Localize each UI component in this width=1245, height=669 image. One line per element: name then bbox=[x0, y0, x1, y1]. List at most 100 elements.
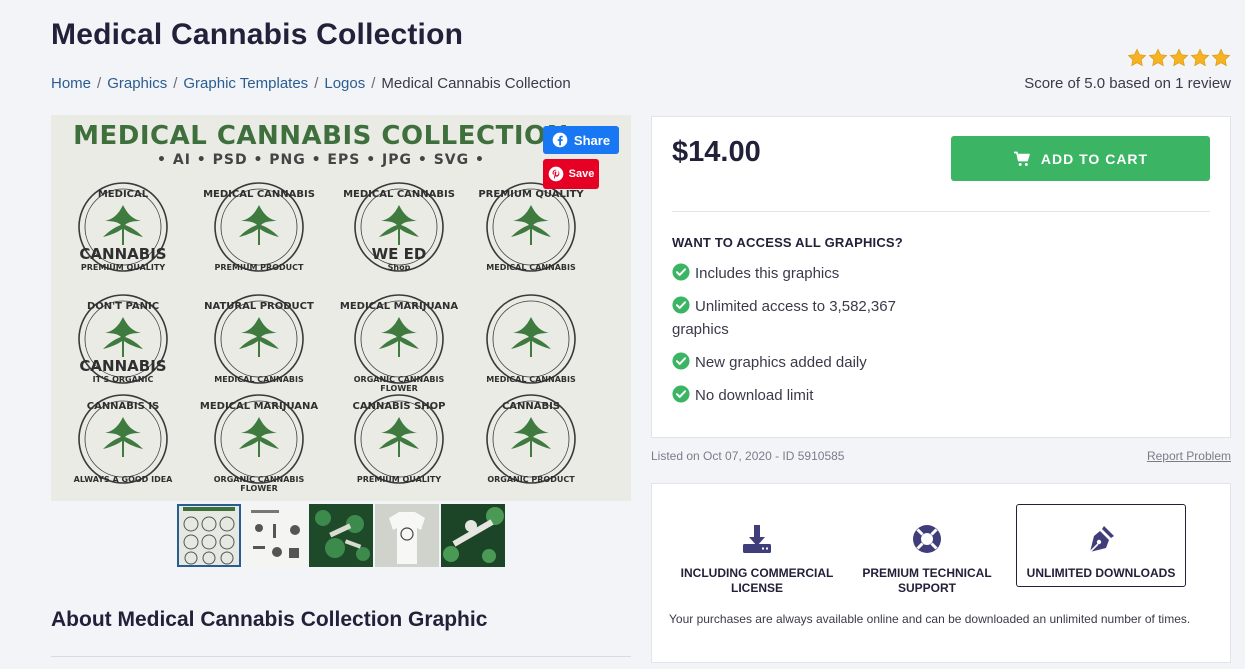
preview-badge: NATURAL PRODUCT MEDICAL CANNABIS bbox=[199, 287, 319, 392]
feature-item: New graphics added daily bbox=[672, 351, 932, 374]
thumbnail-4[interactable] bbox=[375, 504, 439, 567]
download-icon bbox=[743, 525, 771, 553]
rating-score-text: Score of 5.0 based on 1 review bbox=[1024, 75, 1231, 92]
about-heading: About Medical Cannabis Collection Graphi… bbox=[51, 608, 488, 631]
breadcrumb-separator: / bbox=[314, 75, 319, 92]
badge-top-text: DON'T PANIC bbox=[86, 301, 160, 312]
feature-item: Includes this graphics bbox=[672, 262, 932, 285]
preview-badge: MEDICAL MARIJUANA ORGANIC CANNABIS FLOWER bbox=[199, 387, 319, 493]
report-problem-link[interactable]: Report Problem bbox=[1147, 449, 1231, 463]
thumbnail-image bbox=[309, 504, 373, 567]
star-icon bbox=[1148, 48, 1168, 67]
thumbnail-image bbox=[375, 504, 439, 567]
add-to-cart-label: ADD TO CART bbox=[1040, 150, 1149, 167]
pinterest-save-button[interactable]: Save bbox=[543, 159, 599, 189]
badge-top-text: CANNABIS SHOP bbox=[352, 401, 446, 412]
badge-bottom-text: PREMIUM QUALITY bbox=[80, 263, 166, 272]
perk-technical-support: PREMIUM TECHNICAL SUPPORT bbox=[842, 522, 1012, 596]
badge-bottom-text: PREMIUM QUALITY bbox=[356, 475, 442, 484]
breadcrumb-graphics[interactable]: Graphics bbox=[107, 75, 167, 92]
preview-badge: CANNABIS ORGANIC PRODUCT bbox=[471, 387, 591, 492]
cart-icon bbox=[1013, 151, 1030, 166]
badge-bottom-text: Shop bbox=[387, 263, 411, 272]
rating-stars bbox=[1127, 48, 1231, 68]
perk-unlimited-downloads: UNLIMITED DOWNLOADS bbox=[1016, 522, 1186, 581]
badge-mid-text: CANNABIS bbox=[79, 245, 167, 263]
feature-text: No download limit bbox=[695, 387, 814, 404]
badge-bottom-text: MEDICAL CANNABIS bbox=[214, 375, 304, 384]
breadcrumb-current: Medical Cannabis Collection bbox=[381, 75, 571, 92]
preview-badge: MEDICAL CANNABIS WE ED Shop bbox=[339, 175, 459, 280]
page-title: Medical Cannabis Collection bbox=[51, 18, 464, 51]
thumbnail-5[interactable] bbox=[441, 504, 505, 567]
star-icon bbox=[1211, 48, 1231, 67]
preview-heading: MEDICAL CANNABIS COLLECTION bbox=[73, 121, 569, 151]
preview-badge: CANNABIS SHOP PREMIUM QUALITY bbox=[339, 387, 459, 492]
badge-top-text: MEDICAL MARIJUANA bbox=[199, 401, 319, 412]
breadcrumb-separator: / bbox=[173, 75, 178, 92]
facebook-icon bbox=[552, 132, 568, 148]
badge-bottom-text: MEDICAL CANNABIS bbox=[486, 263, 576, 272]
preview-badge: MEDICAL MARIJUANA ORGANIC CANNABIS FLOWER bbox=[339, 287, 459, 393]
lifebuoy-icon bbox=[913, 525, 941, 553]
breadcrumb-separator: / bbox=[97, 75, 102, 92]
badge-bottom-text: ORGANIC PRODUCT bbox=[487, 475, 575, 484]
feature-text: Includes this graphics bbox=[695, 265, 840, 282]
badge-bottom-text: IT'S ORGANIC bbox=[92, 375, 154, 384]
preview-badge: DON'T PANIC CANNABIS IT'S ORGANIC bbox=[63, 287, 183, 392]
breadcrumb-logos[interactable]: Logos bbox=[324, 75, 365, 92]
share-label: Share bbox=[573, 132, 611, 148]
breadcrumb-home[interactable]: Home bbox=[51, 75, 91, 92]
badge-top-text: MEDICAL MARIJUANA bbox=[339, 301, 459, 312]
perk-label: UNLIMITED DOWNLOADS bbox=[1026, 566, 1176, 580]
facebook-share-button[interactable]: Share bbox=[543, 126, 619, 154]
add-to-cart-button[interactable]: ADD TO CART bbox=[951, 136, 1210, 181]
feature-item: Unlimited access to 3,582,367 graphics bbox=[672, 295, 932, 341]
access-heading: WANT TO ACCESS ALL GRAPHICS? bbox=[672, 235, 903, 250]
badge-bottom-text: ALWAYS A GOOD IDEA bbox=[73, 475, 173, 484]
check-circle-icon bbox=[672, 263, 690, 281]
thumbnail-image bbox=[243, 504, 307, 567]
badge-bottom-text: ORGANIC CANNABIS FLOWER bbox=[213, 475, 305, 493]
preview-badge: CANNABIS IS ALWAYS A GOOD IDEA bbox=[63, 387, 183, 492]
perk-commercial-license: INCLUDING COMMERCIAL LICENSE bbox=[672, 522, 842, 596]
thumbnail-image bbox=[177, 504, 241, 567]
badge-mid-text: WE ED bbox=[371, 245, 427, 263]
badge-top-text: CANNABIS IS bbox=[86, 401, 160, 412]
feature-text: New graphics added daily bbox=[695, 354, 867, 371]
pen-nib-icon bbox=[1089, 526, 1114, 553]
badge-bottom-text: MEDICAL CANNABIS bbox=[486, 375, 576, 384]
badge-top-text: MEDICAL CANNABIS bbox=[343, 189, 455, 200]
listing-date: Listed on Oct 07, 2020 - ID 5910585 bbox=[651, 449, 845, 463]
badge-top-text: NATURAL PRODUCT bbox=[204, 301, 314, 312]
thumbnail-2[interactable] bbox=[243, 504, 307, 567]
preview-badge: MEDICAL CANNABIS PREMIUM PRODUCT bbox=[199, 175, 319, 280]
preview-badge: MEDICAL CANNABIS bbox=[471, 287, 591, 392]
perk-label: INCLUDING COMMERCIAL LICENSE bbox=[680, 566, 834, 595]
preview-badge: PREMIUM QUALITY MEDICAL CANNABIS bbox=[471, 175, 591, 280]
badge-top-text: PREMIUM QUALITY bbox=[478, 189, 584, 200]
feature-item: No download limit bbox=[672, 384, 932, 407]
breadcrumb-graphic-templates[interactable]: Graphic Templates bbox=[183, 75, 308, 92]
perk-label: PREMIUM TECHNICAL SUPPORT bbox=[862, 566, 992, 595]
check-circle-icon bbox=[672, 296, 690, 314]
divider bbox=[51, 656, 631, 657]
badge-bottom-text: PREMIUM PRODUCT bbox=[214, 263, 304, 272]
divider bbox=[672, 211, 1210, 212]
thumbnail-1[interactable] bbox=[177, 504, 241, 567]
feature-text: Unlimited access to 3,582,367 graphics bbox=[672, 298, 896, 338]
star-icon bbox=[1190, 48, 1210, 67]
thumbnail-strip bbox=[177, 504, 505, 567]
badge-top-text: CANNABIS bbox=[501, 401, 561, 412]
check-circle-icon bbox=[672, 385, 690, 403]
badge-mid-text: CANNABIS bbox=[79, 357, 167, 375]
star-icon bbox=[1169, 48, 1189, 67]
pinterest-icon bbox=[548, 166, 563, 182]
perks-note: Your purchases are always available onli… bbox=[669, 612, 1191, 626]
badge-top-text: MEDICAL bbox=[97, 189, 149, 200]
thumbnail-image bbox=[441, 504, 505, 567]
price: $14.00 bbox=[672, 136, 761, 168]
check-circle-icon bbox=[672, 352, 690, 370]
badge-top-text: MEDICAL CANNABIS bbox=[203, 189, 315, 200]
thumbnail-3[interactable] bbox=[309, 504, 373, 567]
